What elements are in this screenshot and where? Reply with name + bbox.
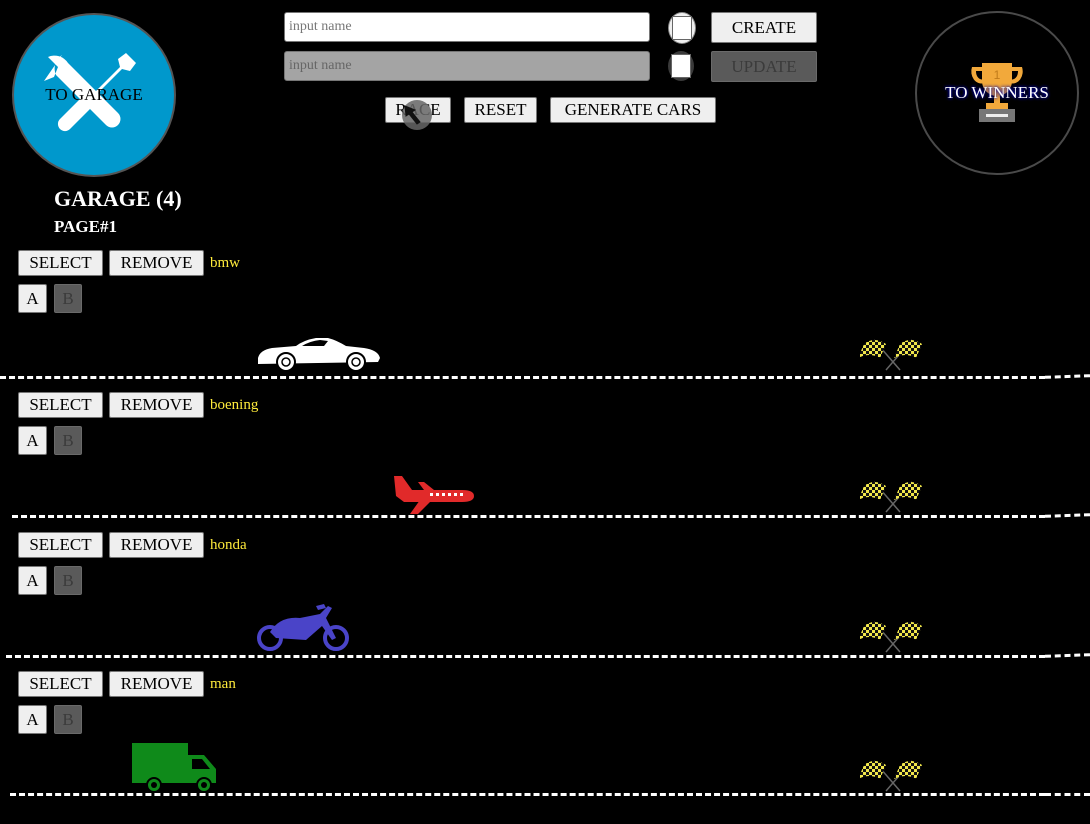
stop-engine-button[interactable]: B (54, 426, 82, 455)
reset-button[interactable]: RESET (464, 97, 537, 123)
create-name-input[interactable] (284, 12, 650, 42)
track-row: SELECT REMOVE honda A B (0, 532, 1090, 672)
finish-line (1044, 513, 1090, 518)
to-garage-label: TO GARAGE (45, 85, 143, 104)
to-winners-button[interactable]: 1 TO WINNERS (915, 11, 1079, 175)
track-line (6, 655, 1045, 658)
car-name: bmw (210, 255, 240, 271)
generate-cars-button[interactable]: GENERATE CARS (550, 97, 716, 123)
select-car-button[interactable]: SELECT (18, 250, 103, 276)
checkered-flags-icon (860, 481, 922, 513)
svg-text:1: 1 (994, 68, 1001, 82)
cursor-icon (402, 100, 432, 130)
create-button[interactable]: CREATE (711, 12, 817, 43)
finish-line (1045, 793, 1090, 796)
garage-title: GARAGE (4) (54, 186, 182, 211)
finish-line (1044, 374, 1090, 379)
update-color-picker[interactable] (668, 51, 694, 81)
airplane-icon (394, 476, 474, 514)
start-engine-button[interactable]: A (18, 566, 47, 595)
start-engine-button[interactable]: A (18, 284, 47, 313)
track-row: SELECT REMOVE bmw A B (0, 250, 1090, 390)
stop-engine-button[interactable]: B (54, 566, 82, 595)
remove-car-button[interactable]: REMOVE (109, 392, 204, 418)
start-engine-button[interactable]: A (18, 426, 47, 455)
car-name: boening (210, 397, 259, 413)
checkered-flags-icon (860, 339, 922, 371)
select-car-button[interactable]: SELECT (18, 532, 103, 558)
start-engine-button[interactable]: A (18, 705, 47, 734)
checkered-flags-icon (860, 760, 922, 792)
select-car-button[interactable]: SELECT (18, 671, 103, 697)
stop-engine-button[interactable]: B (54, 705, 82, 734)
track-row: SELECT REMOVE boening A B (0, 392, 1090, 532)
track-line (10, 793, 1045, 796)
remove-car-button[interactable]: REMOVE (109, 532, 204, 558)
motorcycle-icon (257, 604, 349, 651)
checkered-flags-icon (860, 621, 922, 653)
track-row: SELECT REMOVE man A B (0, 671, 1090, 811)
select-car-button[interactable]: SELECT (18, 392, 103, 418)
track-line (0, 376, 1045, 379)
remove-car-button[interactable]: REMOVE (109, 671, 204, 697)
update-button[interactable]: UPDATE (711, 51, 817, 82)
create-color-swatch (672, 16, 692, 40)
truck-icon (132, 743, 216, 793)
to-garage-button[interactable]: TO GARAGE (12, 13, 176, 177)
page-number: PAGE#1 (54, 217, 117, 236)
stop-engine-button[interactable]: B (54, 284, 82, 313)
update-color-swatch (671, 54, 691, 78)
car-name: honda (210, 537, 247, 553)
car-name: man (210, 676, 236, 692)
update-name-input[interactable] (284, 51, 650, 81)
to-winners-label: TO WINNERS (945, 83, 1049, 102)
finish-line (1044, 653, 1090, 658)
track-line (12, 515, 1045, 518)
car-icon (258, 338, 380, 372)
remove-car-button[interactable]: REMOVE (109, 250, 204, 276)
create-color-picker[interactable] (668, 12, 696, 44)
